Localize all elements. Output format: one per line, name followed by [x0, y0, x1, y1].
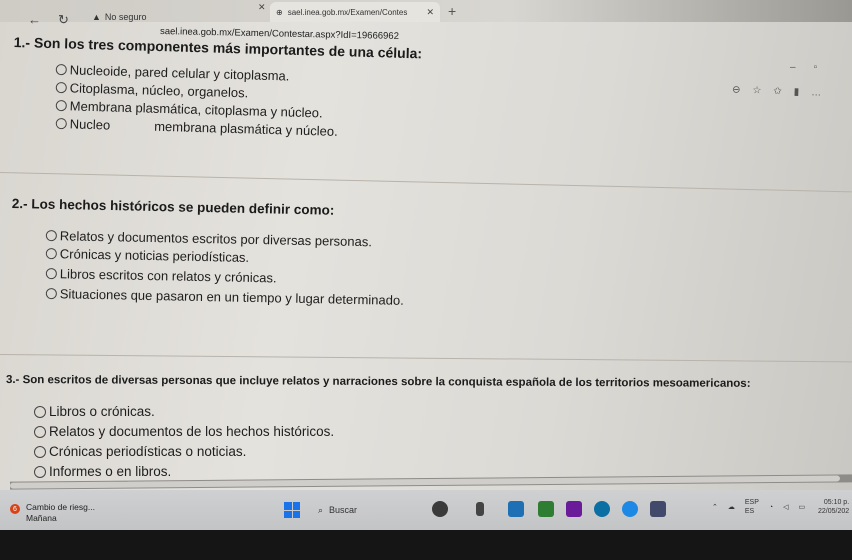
- question-3-option-4[interactable]: Informes o en libros.: [34, 464, 171, 479]
- question-2-title: 2.- Los hechos históricos se pueden defi…: [11, 196, 335, 218]
- radio-button[interactable]: [45, 287, 57, 300]
- radio-button[interactable]: [55, 99, 67, 112]
- taskbar-app-widget[interactable]: [432, 501, 448, 517]
- start-button[interactable]: [284, 502, 300, 518]
- question-divider: [0, 354, 852, 363]
- search-icon: ⌕: [318, 504, 324, 515]
- weather-widget[interactable]: 6 Cambio de riesg... Mañana: [10, 502, 95, 524]
- clock-time: 05:10 p.: [823, 499, 850, 506]
- taskbar-app-explorer[interactable]: [508, 501, 524, 517]
- taskbar: 6 Cambio de riesg... Mañana ⌕ Buscar ⌃ ☁…: [0, 490, 852, 530]
- question-3-option-3[interactable]: Crónicas periodísticas o noticias.: [34, 444, 246, 459]
- question-3-title: 3.- Son escritos de diversas personas qu…: [5, 374, 751, 390]
- question-2-option-4[interactable]: Situaciones que pasaron en un tiempo y l…: [45, 286, 404, 308]
- battery-icon[interactable]: ▭: [799, 503, 806, 511]
- radio-button[interactable]: [45, 247, 57, 260]
- language-indicator[interactable]: ESP ES: [745, 498, 759, 516]
- radio-button[interactable]: [55, 117, 67, 130]
- wifi-icon[interactable]: ◔: [769, 504, 773, 511]
- radio-button[interactable]: [34, 405, 46, 418]
- question-divider: [0, 172, 852, 193]
- radio-button[interactable]: [34, 425, 46, 438]
- taskbar-app-taskview[interactable]: [476, 502, 484, 516]
- clock[interactable]: 05:10 p. 22/05/202: [818, 498, 849, 516]
- system-tray: ⌃ ☁ ESP ES ◔ ◁ ▭: [712, 498, 805, 516]
- question-1-option-2[interactable]: Citoplasma, núcleo, organelos.: [55, 80, 248, 100]
- monitor-bezel: [0, 530, 852, 560]
- radio-button[interactable]: [45, 229, 57, 242]
- taskbar-app-store[interactable]: [566, 501, 582, 517]
- taskbar-app-chrome[interactable]: [622, 501, 638, 517]
- volume-icon[interactable]: ◁: [783, 503, 788, 511]
- radio-button[interactable]: [45, 267, 57, 280]
- radio-button[interactable]: [55, 81, 67, 94]
- radio-button[interactable]: [55, 63, 67, 76]
- taskbar-search[interactable]: ⌕ Buscar: [312, 499, 422, 521]
- question-2-option-3[interactable]: Libros escritos con relatos y crónicas.: [45, 266, 277, 285]
- taskbar-app-edge[interactable]: [594, 501, 610, 517]
- screen: ✕ ⊕ sael.inea.gob.mx/Examen/Contes ✕ + ←…: [0, 0, 852, 560]
- radio-button[interactable]: [34, 465, 46, 478]
- question-3-option-1[interactable]: Libros o crónicas.: [34, 404, 155, 419]
- cloud-icon[interactable]: ☁: [728, 503, 735, 511]
- search-label: Buscar: [329, 505, 358, 515]
- chevron-up-icon[interactable]: ⌃: [712, 503, 718, 511]
- weather-alert-badge: 6: [10, 504, 20, 514]
- weather-title: Cambio de riesg...: [26, 502, 95, 512]
- question-2-option-2[interactable]: Crónicas y noticias periodísticas.: [45, 246, 250, 265]
- weather-subtitle: Mañana: [26, 513, 57, 523]
- clock-date: 22/05/202: [818, 508, 850, 515]
- radio-button[interactable]: [34, 445, 46, 458]
- taskbar-app-maps[interactable]: [538, 501, 554, 517]
- taskbar-app-other[interactable]: [650, 501, 666, 517]
- question-3-option-2[interactable]: Relatos y documentos de los hechos histó…: [34, 424, 334, 439]
- question-1-title: 1.- Son los tres componentes más importa…: [13, 34, 423, 62]
